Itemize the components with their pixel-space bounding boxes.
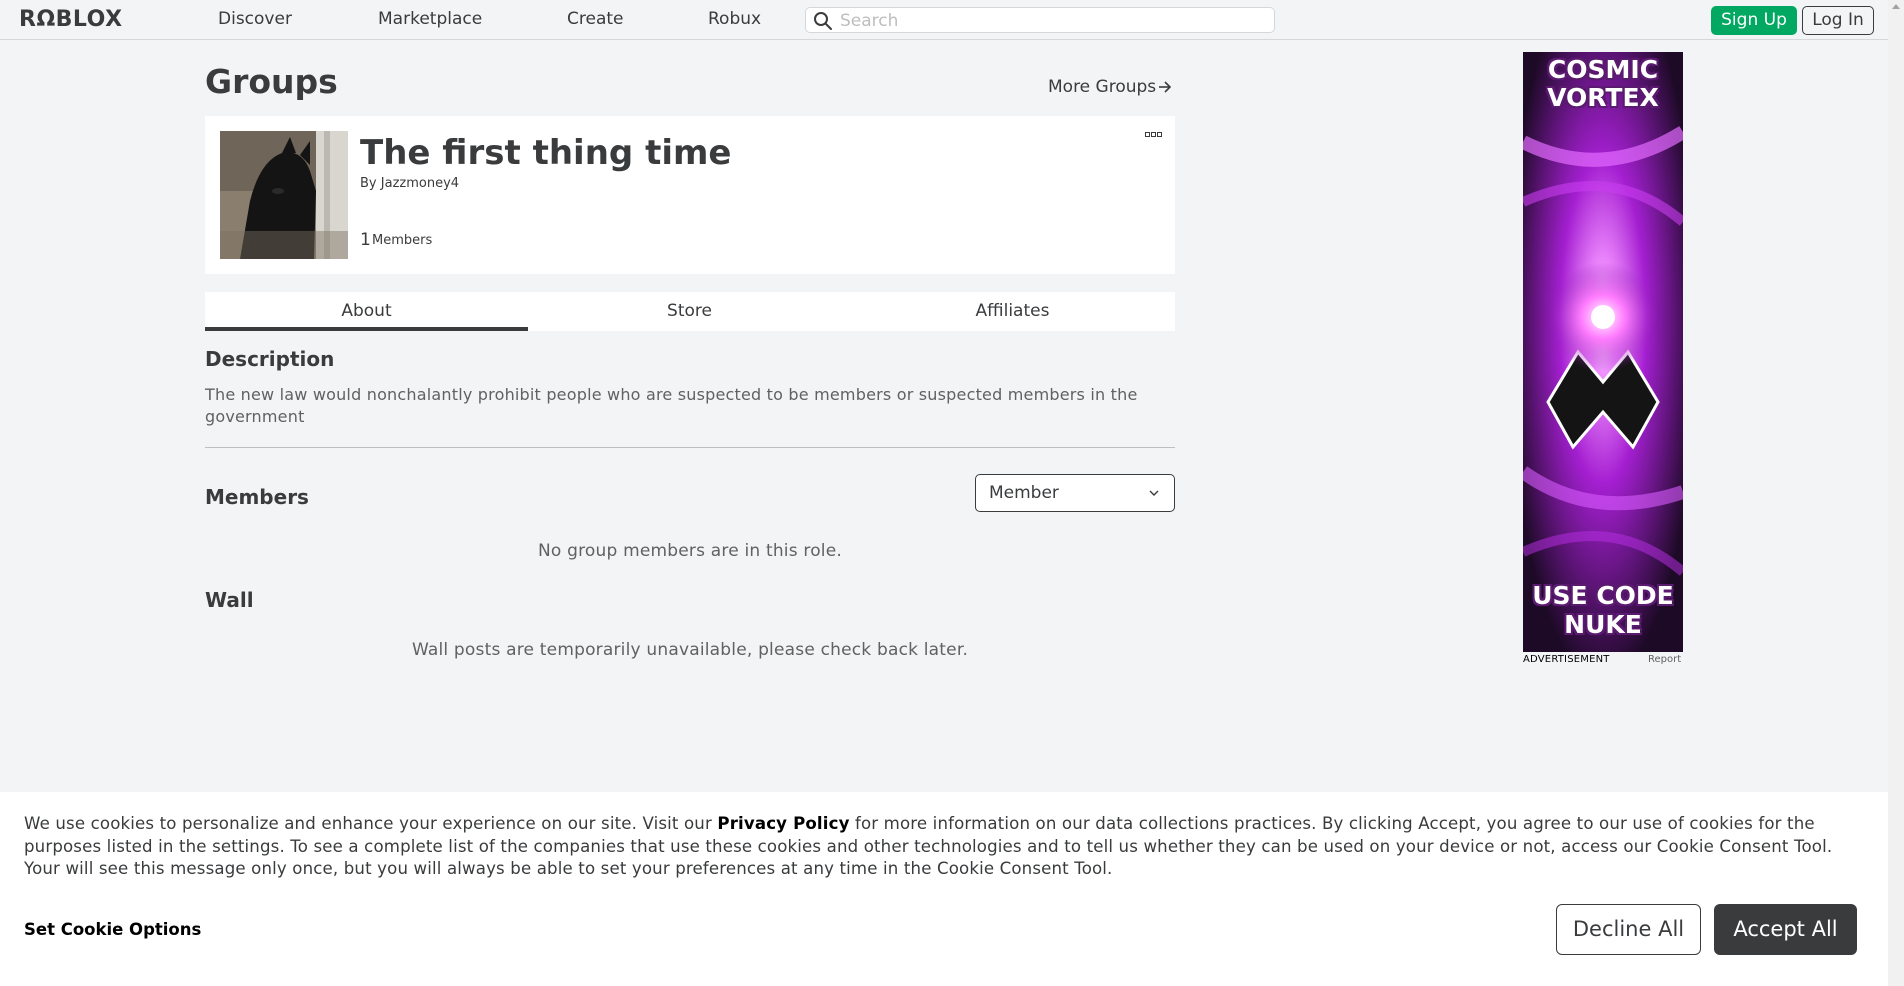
nav-link-discover[interactable]: Discover [218, 9, 292, 29]
accept-all-button[interactable]: Accept All [1714, 904, 1857, 955]
page-scrollbar[interactable] [1888, 0, 1904, 986]
tab-about[interactable]: About [205, 292, 528, 331]
more-groups-link[interactable]: More Groups [1048, 77, 1156, 97]
chevron-down-icon [1149, 490, 1159, 496]
cookie-message: We use cookies to personalize and enhanc… [24, 813, 1864, 881]
cookie-consent-banner: We use cookies to personalize and enhanc… [0, 792, 1888, 986]
ad-headline-2: VORTEX [1547, 83, 1659, 112]
nav-link-robux[interactable]: Robux [708, 9, 761, 29]
group-tabs: About Store Affiliates [205, 292, 1175, 331]
ad-artwork [1523, 52, 1683, 652]
search-box[interactable] [805, 7, 1275, 33]
wall-empty-message: Wall posts are temporarily unavailable, … [411, 640, 969, 660]
role-dropdown[interactable]: Member [975, 474, 1175, 512]
description-title: Description [205, 347, 335, 371]
members-title: Members [205, 485, 309, 509]
nav-link-marketplace[interactable]: Marketplace [378, 9, 482, 29]
top-navigation: RΩBLOX Discover Marketplace Create Robux… [0, 0, 1904, 40]
more-horizontal-icon[interactable] [1145, 132, 1163, 138]
group-header-card: The first thing time By Jazzmoney4 1 Mem… [205, 116, 1175, 274]
sign-up-button[interactable]: Sign Up [1711, 6, 1797, 35]
scroll-up-arrow-icon[interactable] [1892, 4, 1900, 9]
log-in-button[interactable]: Log In [1802, 6, 1874, 35]
ad-headline-1: COSMIC [1547, 55, 1659, 84]
roblox-logo[interactable]: RΩBLOX [19, 7, 123, 33]
members-empty-message: No group members are in this role. [537, 541, 842, 561]
search-input[interactable] [838, 10, 1262, 32]
owner-prefix: By [360, 176, 377, 191]
ad-footer-2: NUKE [1564, 610, 1642, 639]
tab-store[interactable]: Store [528, 292, 851, 331]
section-divider [205, 447, 1175, 448]
nav-link-create[interactable]: Create [567, 9, 624, 29]
advertisement-banner[interactable]: COSMIC VORTEX USE CODE NUKE [1523, 52, 1683, 652]
tab-affiliates[interactable]: Affiliates [851, 292, 1174, 331]
ad-report-link[interactable]: Report [1648, 654, 1681, 665]
privacy-policy-link[interactable]: Privacy Policy [717, 814, 849, 833]
wall-title: Wall [205, 588, 254, 612]
cookie-text-part-1: We use cookies to personalize and enhanc… [24, 814, 718, 833]
group-emblem-image [220, 131, 348, 259]
advertisement-label: ADVERTISEMENT [1523, 654, 1610, 665]
arrow-right-icon[interactable] [1158, 80, 1172, 94]
set-cookie-options-button[interactable]: Set Cookie Options [24, 920, 201, 939]
group-name: The first thing time [360, 133, 732, 173]
decline-all-button[interactable]: Decline All [1556, 904, 1701, 955]
member-count: 1 [360, 230, 371, 250]
search-icon[interactable] [813, 11, 833, 31]
group-owner-line: By Jazzmoney4 [360, 176, 459, 191]
page-title: Groups [205, 62, 338, 101]
role-selected-value: Member [989, 483, 1059, 503]
owner-link[interactable]: Jazzmoney4 [381, 176, 459, 191]
member-count-label: Members [372, 233, 433, 248]
group-description: The new law would nonchalantly prohibit … [205, 385, 1138, 426]
ad-footer-1: USE CODE [1532, 581, 1674, 610]
